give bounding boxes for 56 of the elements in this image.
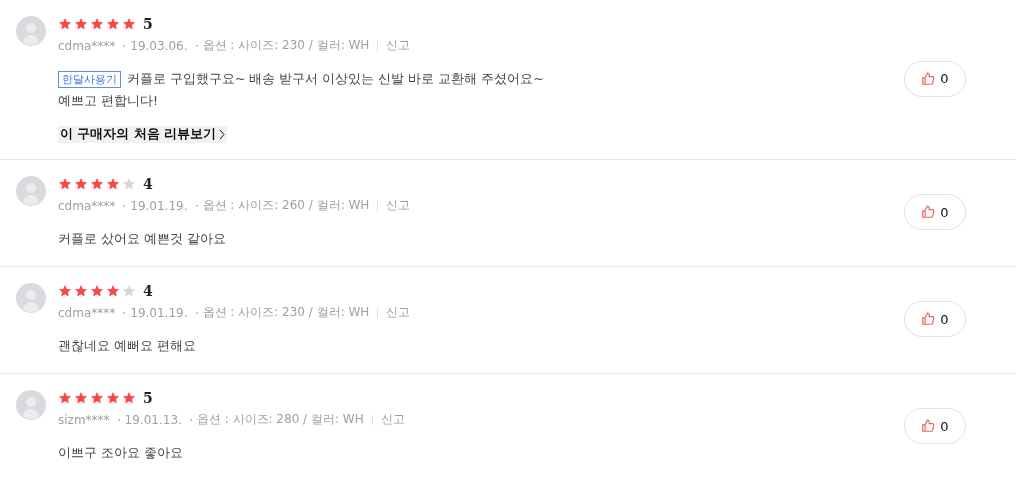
star-icon bbox=[90, 391, 104, 405]
star-icon bbox=[122, 177, 136, 191]
review-date: 19.03.06. bbox=[130, 38, 188, 53]
user-id: cdma**** bbox=[58, 38, 116, 53]
avatar-icon bbox=[16, 16, 46, 46]
star-icon bbox=[74, 284, 88, 298]
star-icon bbox=[74, 17, 88, 31]
thumbs-up-icon bbox=[921, 312, 936, 326]
star-icon bbox=[106, 17, 120, 31]
like-button[interactable]: 0 bbox=[904, 60, 966, 97]
purchase-option: 옵션 : 사이즈: 230 / 컬러: WH bbox=[202, 37, 370, 54]
star-icon bbox=[74, 177, 88, 191]
star-icon bbox=[74, 391, 88, 405]
rating-score: 4 bbox=[143, 283, 153, 299]
purchase-option: 옵션 : 사이즈: 230 / 컬러: WH bbox=[202, 304, 370, 321]
thumbs-up-icon bbox=[921, 205, 936, 219]
like-button[interactable]: 0 bbox=[904, 301, 966, 337]
user-id: cdma**** bbox=[58, 305, 116, 320]
star-icon bbox=[122, 391, 136, 405]
rating-score: 5 bbox=[143, 390, 153, 406]
star-icon bbox=[58, 177, 72, 191]
review-date: 19.01.19. bbox=[130, 305, 188, 320]
review-date: 19.01.19. bbox=[130, 198, 188, 213]
star-icon bbox=[58, 284, 72, 298]
first-review-link[interactable]: 이 구매자의 처음 리뷰보기 bbox=[58, 126, 228, 143]
star-icon bbox=[90, 177, 104, 191]
like-button[interactable]: 0 bbox=[904, 408, 966, 444]
star-icon bbox=[122, 17, 136, 31]
avatar-icon bbox=[16, 390, 46, 420]
rating-score: 5 bbox=[143, 16, 153, 32]
like-button[interactable]: 0 bbox=[904, 194, 966, 230]
star-icon bbox=[106, 284, 120, 298]
avatar-icon bbox=[16, 283, 46, 313]
star-icon bbox=[106, 177, 120, 191]
star-icon bbox=[106, 391, 120, 405]
review-text: 커플로 구입했구요~ 배송 받구서 이상있는 신발 바로 교환해 주셨어요~ bbox=[127, 70, 544, 88]
review-text: 커플로 샀어요 예쁜것 같아요 bbox=[58, 230, 226, 248]
star-icon bbox=[90, 17, 104, 31]
review-text: 이쁘구 조아요 좋아요 bbox=[58, 444, 183, 462]
thumbs-up-icon bbox=[921, 419, 936, 433]
thumbs-up-icon bbox=[921, 71, 936, 86]
star-icon bbox=[90, 284, 104, 298]
review-text: 괜찮네요 예뻐요 편해요 bbox=[58, 337, 196, 355]
chevron-right-icon bbox=[219, 129, 226, 140]
star-icon bbox=[122, 284, 136, 298]
review-text: 예쁘고 편합니다! bbox=[58, 92, 158, 110]
purchase-option: 옵션 : 사이즈: 280 / 컬러: WH bbox=[196, 411, 364, 428]
star-icon bbox=[58, 391, 72, 405]
review-tag: 한달사용기 bbox=[58, 70, 121, 88]
avatar-icon bbox=[16, 176, 46, 206]
user-id: cdma**** bbox=[58, 198, 116, 213]
review-date: 19.01.13. bbox=[124, 412, 182, 427]
purchase-option: 옵션 : 사이즈: 260 / 컬러: WH bbox=[202, 197, 370, 214]
user-id: sizm**** bbox=[58, 412, 110, 427]
rating-score: 4 bbox=[143, 176, 153, 192]
star-icon bbox=[58, 17, 72, 31]
